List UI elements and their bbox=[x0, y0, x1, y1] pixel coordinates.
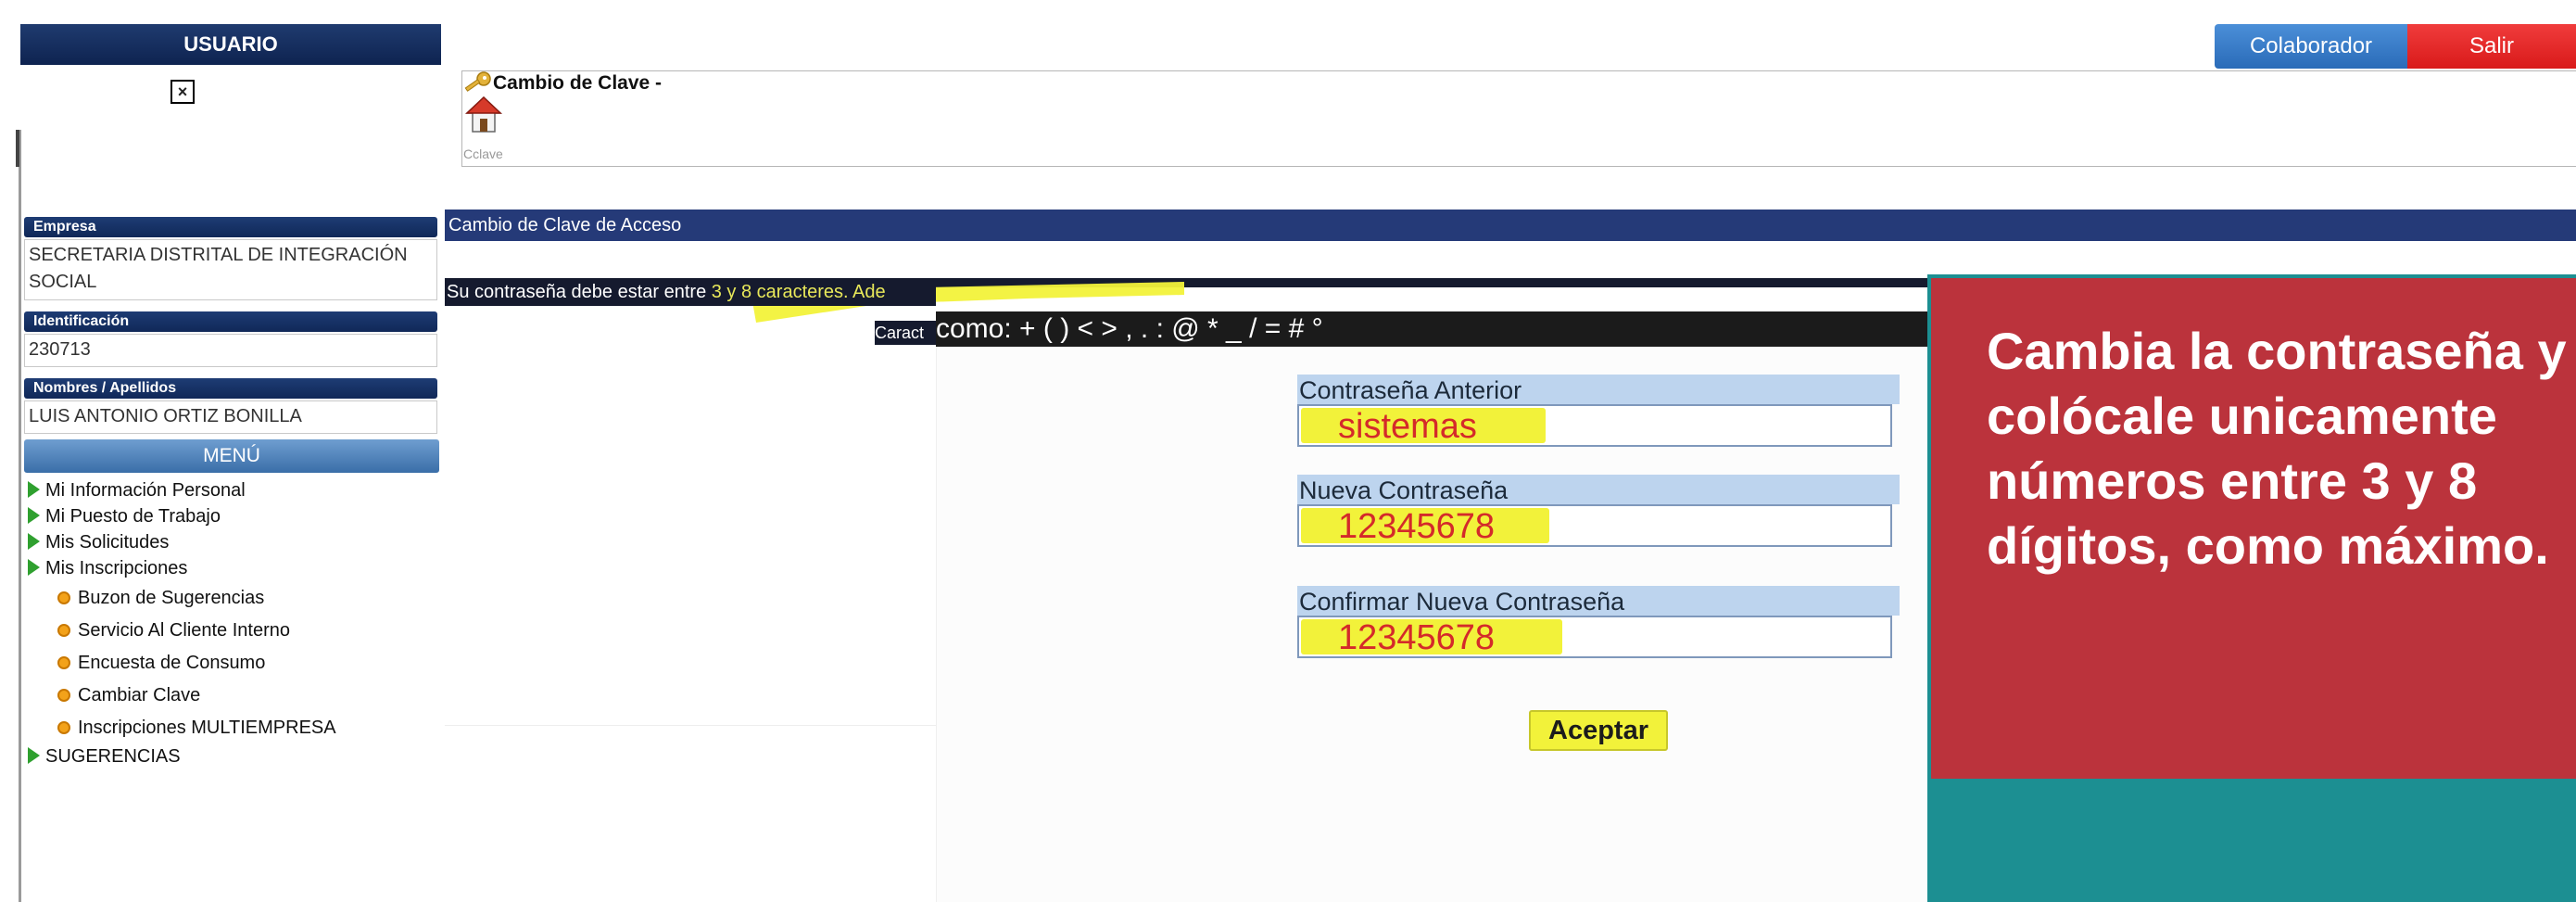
nombres-label: Nombres / Apellidos bbox=[24, 378, 437, 399]
submenu-item-encuesta[interactable]: Encuesta de Consumo bbox=[57, 651, 265, 675]
submenu-item-label: Servicio Al Cliente Interno bbox=[78, 620, 291, 641]
usuario-header: USUARIO bbox=[20, 24, 441, 65]
triangle-right-icon bbox=[28, 481, 40, 498]
callout-text: Cambia la contraseña y colócale unicamen… bbox=[1987, 322, 2567, 575]
menu-item-label: Mis Inscripciones bbox=[45, 558, 188, 578]
old-password-value: sistemas bbox=[1338, 407, 1477, 446]
title-box bbox=[461, 70, 2576, 167]
instruction-text: Su contraseña debe estar entre bbox=[447, 282, 712, 302]
triangle-right-icon bbox=[28, 533, 40, 550]
menu-item-label: Mis Solicitudes bbox=[45, 532, 170, 553]
confirm-password-label: Confirmar Nueva Contraseña bbox=[1297, 586, 1900, 616]
confirm-password-field[interactable]: 12345678 bbox=[1297, 616, 1892, 658]
sidebar-tick bbox=[16, 130, 19, 167]
bullet-circle-icon bbox=[57, 656, 70, 669]
submenu-item-label: Cambiar Clave bbox=[78, 685, 201, 705]
section-banner: Cambio de Clave de Acceso bbox=[445, 210, 2576, 241]
menu-item-label: Mi Puesto de Trabajo bbox=[45, 506, 221, 527]
identificacion-label: Identificación bbox=[24, 311, 437, 332]
instruction-highlight: 3 y 8 caracteres. Ade bbox=[711, 282, 886, 302]
submenu-item-buzon[interactable]: Buzon de Sugerencias bbox=[57, 586, 264, 610]
new-password-value: 12345678 bbox=[1338, 507, 1496, 546]
allowed-characters: como: + ( ) < > , . : @ * _ / = # ° bbox=[936, 311, 1927, 347]
triangle-right-icon bbox=[28, 507, 40, 524]
password-instruction: Su contraseña debe estar entre 3 y 8 car… bbox=[445, 278, 936, 306]
menu-item-puesto-trabajo[interactable]: Mi Puesto de Trabajo bbox=[28, 504, 221, 528]
menu-item-sugerencias[interactable]: SUGERENCIAS bbox=[28, 744, 181, 769]
menu-item-informacion-personal[interactable]: Mi Información Personal bbox=[28, 478, 246, 502]
confirm-password-value: 12345678 bbox=[1338, 618, 1496, 657]
empresa-label: Empresa bbox=[24, 217, 437, 237]
bullet-circle-icon bbox=[57, 689, 70, 702]
identificacion-value: 230713 bbox=[24, 334, 437, 367]
bullet-circle-icon bbox=[57, 624, 70, 637]
submenu-item-multiempresa[interactable]: Inscripciones MULTIEMPRESA bbox=[57, 716, 336, 740]
menu-item-solicitudes[interactable]: Mis Solicitudes bbox=[28, 530, 169, 554]
divider-line bbox=[445, 725, 936, 726]
home-caption: Cclave bbox=[463, 146, 503, 161]
menu-item-inscripciones[interactable]: Mis Inscripciones bbox=[28, 556, 187, 580]
menu-item-label: SUGERENCIAS bbox=[45, 746, 181, 767]
submenu-item-label: Encuesta de Consumo bbox=[78, 653, 266, 673]
page-title: Cambio de Clave - bbox=[493, 72, 663, 94]
new-password-label: Nueva Contraseña bbox=[1297, 475, 1900, 504]
new-password-field[interactable]: 12345678 bbox=[1297, 504, 1892, 547]
bullet-circle-icon bbox=[57, 591, 70, 604]
sidebar-divider bbox=[19, 130, 21, 902]
triangle-right-icon bbox=[28, 747, 40, 764]
salir-button[interactable]: Salir bbox=[2407, 24, 2576, 69]
old-password-field[interactable]: sistemas bbox=[1297, 404, 1892, 447]
menu-item-label: Mi Información Personal bbox=[45, 480, 246, 501]
empresa-value: SECRETARIA DISTRITAL DE INTEGRACIÓN SOCI… bbox=[24, 239, 437, 300]
submenu-item-label: Buzon de Sugerencias bbox=[78, 588, 265, 608]
old-password-label: Contraseña Anterior bbox=[1297, 375, 1900, 404]
menu-header: MENÚ bbox=[24, 439, 439, 473]
home-icon[interactable] bbox=[465, 95, 502, 135]
triangle-right-icon bbox=[28, 559, 40, 576]
accept-button[interactable]: Aceptar bbox=[1529, 710, 1668, 751]
submenu-item-label: Inscripciones MULTIEMPRESA bbox=[78, 718, 336, 738]
submenu-item-cambiar-clave[interactable]: Cambiar Clave bbox=[57, 683, 200, 707]
broken-image-icon: × bbox=[170, 80, 195, 104]
caract-fragment: Caract bbox=[875, 321, 940, 345]
bullet-circle-icon bbox=[57, 721, 70, 734]
submenu-item-servicio-cliente[interactable]: Servicio Al Cliente Interno bbox=[57, 618, 290, 642]
nombres-value: LUIS ANTONIO ORTIZ BONILLA bbox=[24, 400, 437, 434]
colaborador-button[interactable]: Colaborador bbox=[2215, 24, 2407, 69]
